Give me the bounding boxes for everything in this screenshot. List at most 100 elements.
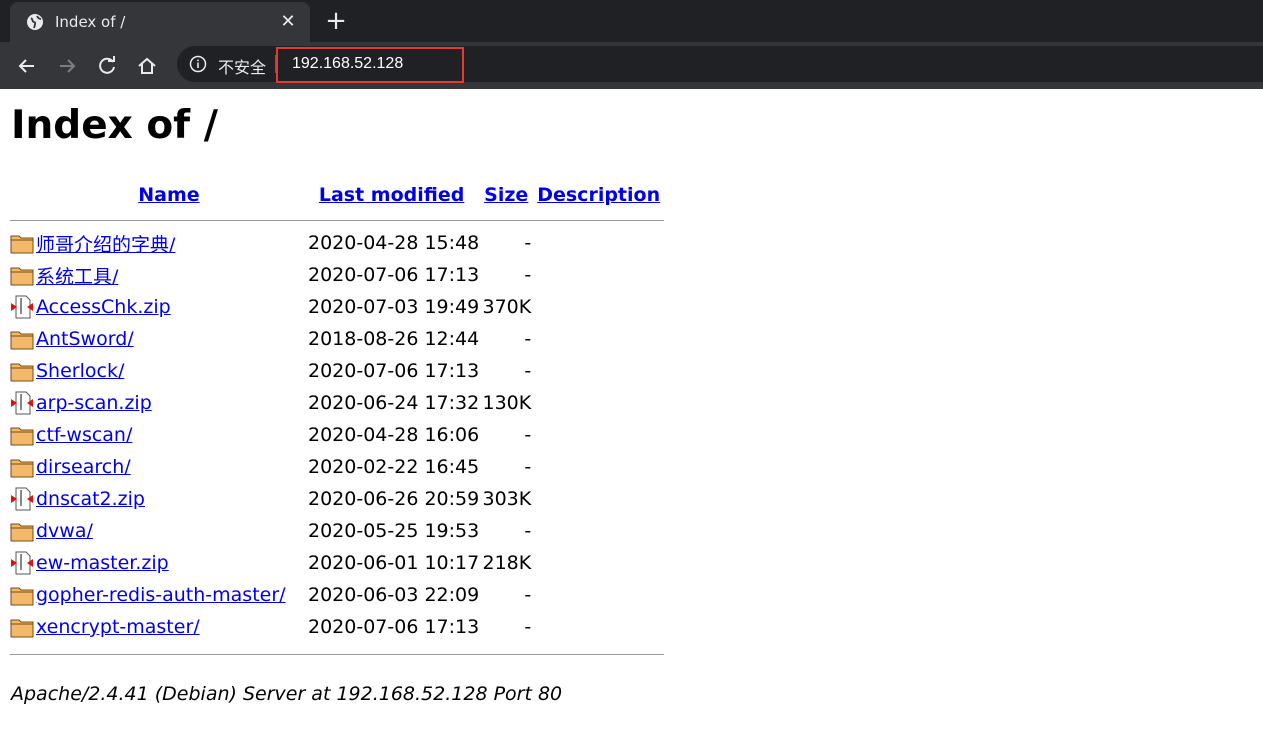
entry-link[interactable]: xencrypt-master/ [36, 616, 200, 638]
security-label[interactable]: 不安全 [218, 54, 266, 78]
divider-line [10, 653, 665, 655]
entry-size: - [524, 424, 532, 446]
entry-description [533, 291, 664, 323]
table-row: Sherlock/2020-07-06 17:13 - [10, 355, 664, 387]
info-icon[interactable] [189, 55, 207, 73]
entry-modified: 2020-06-26 20:59 [308, 488, 480, 510]
modified-header: Last modified [304, 177, 479, 213]
entry-size: - [524, 456, 532, 478]
table-row: dirsearch/2020-02-22 16:45 - [10, 451, 664, 483]
entry-modified: 2020-07-06 17:13 [308, 360, 480, 382]
entry-link[interactable]: ew-master.zip [36, 552, 169, 574]
directory-listing: Name Last modified Size Description 师哥介绍… [10, 177, 665, 665]
entry-modified: 2020-05-25 19:53 [308, 520, 480, 542]
entry-link[interactable]: Sherlock/ [36, 360, 124, 382]
entry-name-cell: ew-master.zip [34, 547, 304, 579]
entry-link[interactable]: 系统工具/ [36, 266, 118, 288]
entry-link[interactable]: dirsearch/ [36, 456, 131, 478]
entry-size: 130K [482, 392, 532, 414]
entry-size: - [524, 616, 532, 638]
archive-icon [10, 387, 34, 419]
entry-size: 303K [482, 488, 532, 510]
entry-description [533, 611, 664, 643]
entry-modified: 2020-06-24 17:32 [308, 392, 480, 414]
sort-by-description-link[interactable]: Description [537, 184, 660, 206]
size-header: Size [479, 177, 533, 213]
entry-description [533, 259, 664, 291]
browser-chrome: Index of / ✕ + 不安全 192.168.52.128 [0, 0, 1263, 89]
folder-icon [10, 611, 34, 643]
entry-name-cell: dnscat2.zip [34, 483, 304, 515]
entry-name-cell: 师哥介绍的字典/ [34, 227, 304, 259]
entry-link[interactable]: ctf-wscan/ [36, 424, 132, 446]
table-row: dnscat2.zip 2020-06-26 20:59 303K [10, 483, 664, 515]
entry-size: - [524, 232, 532, 254]
tab-strip: Index of / ✕ + [0, 0, 1263, 42]
reload-icon[interactable] [94, 53, 120, 79]
entry-size: 218K [482, 552, 532, 574]
entry-modified: 2020-07-03 19:49 [308, 296, 480, 318]
entry-name-cell: AntSword/ [34, 323, 304, 355]
entry-name-cell: arp-scan.zip [34, 387, 304, 419]
entry-description [533, 579, 664, 611]
address-bar[interactable]: 不安全 192.168.52.128 [177, 46, 1263, 83]
page-content: Index of / Name Last modified Size Descr… [0, 89, 1263, 734]
entry-description [533, 515, 664, 547]
entry-link[interactable]: 师哥介绍的字典/ [36, 234, 175, 256]
entry-link[interactable]: gopher-redis-auth-master/ [36, 584, 286, 606]
entry-modified: 2020-07-06 17:13 [308, 264, 480, 286]
home-icon[interactable] [134, 53, 160, 79]
listing-body: 师哥介绍的字典/2020-04-28 15:48- 系统工具/2020-07-06… [10, 213, 665, 665]
folder-icon [10, 227, 34, 259]
entry-link[interactable]: dvwa/ [36, 520, 93, 542]
icon-header [10, 177, 34, 213]
entry-description [533, 323, 664, 355]
back-icon[interactable] [14, 53, 40, 79]
entry-name-cell: dirsearch/ [34, 451, 304, 483]
server-signature: Apache/2.4.41 (Debian) Server at 192.168… [11, 683, 563, 705]
sort-by-size-link[interactable]: Size [484, 184, 528, 206]
table-row: 师哥介绍的字典/2020-04-28 15:48 - [10, 227, 664, 259]
entry-size: - [524, 520, 532, 542]
table-row: gopher-redis-auth-master/2020-06-03 22:0… [10, 579, 664, 611]
entry-modified: 2018-08-26 12:44 [308, 328, 480, 350]
folder-icon [10, 579, 34, 611]
url-highlight-box[interactable]: 192.168.52.128 [276, 47, 464, 83]
close-icon[interactable]: ✕ [276, 10, 300, 34]
entry-description [533, 451, 664, 483]
folder-icon [10, 451, 34, 483]
folder-icon [10, 355, 34, 387]
forward-icon[interactable] [54, 53, 80, 79]
entry-size: - [524, 584, 532, 606]
browser-tab[interactable]: Index of / ✕ [10, 2, 310, 42]
table-row: arp-scan.zip 2020-06-24 17:32 130K [10, 387, 664, 419]
entry-link[interactable]: dnscat2.zip [36, 488, 145, 510]
sort-by-name-link[interactable]: Name [138, 184, 199, 206]
folder-icon [10, 259, 34, 291]
entry-link[interactable]: AccessChk.zip [36, 296, 171, 318]
table-row: AntSword/2018-08-26 12:44 - [10, 323, 664, 355]
divider-line [10, 219, 665, 221]
description-header: Description [533, 177, 664, 213]
sort-by-modified-link[interactable]: Last modified [319, 184, 464, 206]
entry-size: 370K [482, 296, 532, 318]
page-title: Index of / [11, 103, 218, 148]
entry-description [533, 387, 664, 419]
header-row: Name Last modified Size Description [10, 177, 664, 213]
entry-description [533, 227, 664, 259]
tab-title: Index of / [55, 13, 126, 31]
entry-link[interactable]: arp-scan.zip [36, 392, 152, 414]
archive-icon [10, 291, 34, 323]
url-text[interactable]: 192.168.52.128 [292, 55, 403, 73]
entry-modified: 2020-04-28 16:06 [308, 424, 480, 446]
folder-icon [10, 419, 34, 451]
new-tab-button[interactable]: + [322, 8, 350, 36]
table-row: 系统工具/2020-07-06 17:13 - [10, 259, 664, 291]
entry-link[interactable]: AntSword/ [36, 328, 134, 350]
entry-description [533, 355, 664, 387]
table-row: AccessChk.zip 2020-07-03 19:49 370K [10, 291, 664, 323]
archive-icon [10, 547, 34, 579]
entry-size: - [524, 264, 532, 286]
entry-description [533, 547, 664, 579]
archive-icon [10, 483, 34, 515]
